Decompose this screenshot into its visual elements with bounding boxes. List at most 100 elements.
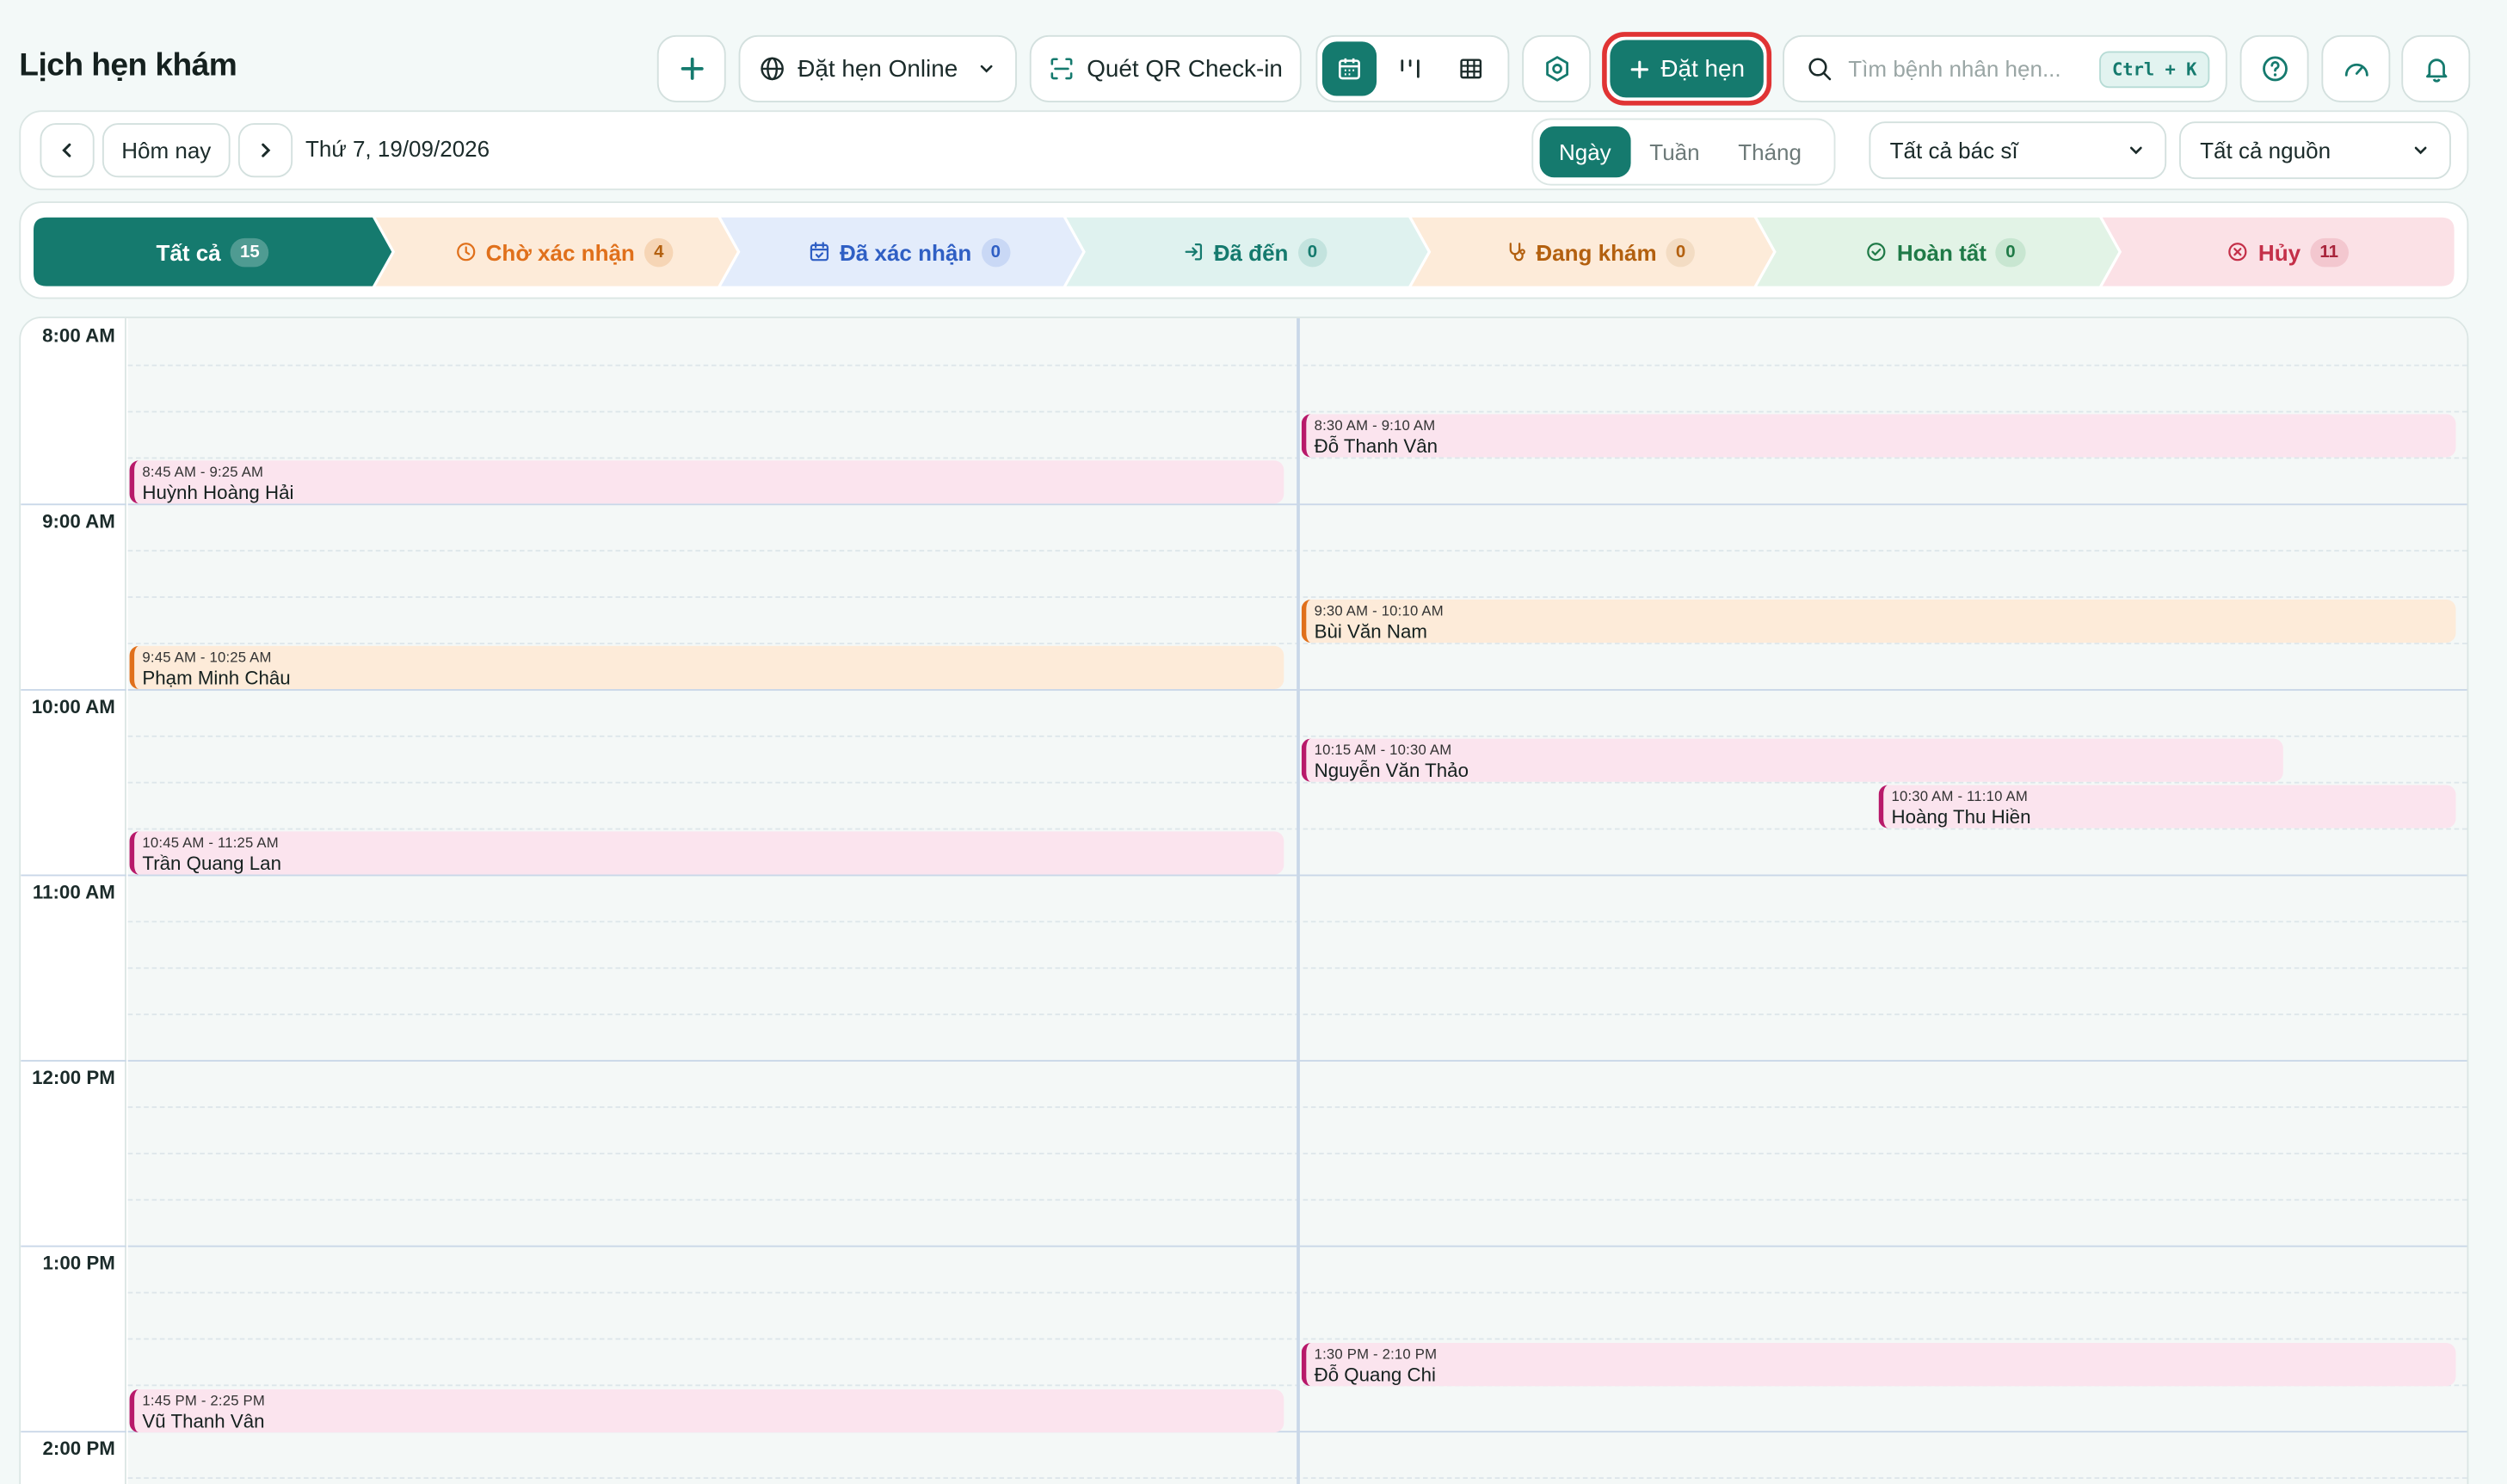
appointment-card[interactable]: 8:30 AM - 9:10 AM Đỗ Thanh Vân xyxy=(1301,414,2456,458)
tab-completed-label: Hoàn tất xyxy=(1896,238,1987,265)
appointment-card[interactable]: 9:30 AM - 10:10 AM Bùi Văn Nam xyxy=(1301,599,2456,643)
appointment-card[interactable]: 10:45 AM - 11:25 AM Trần Quang Lan xyxy=(129,831,1284,875)
chevron-down-icon xyxy=(980,65,993,73)
scan-icon xyxy=(1050,58,1072,80)
new-appointment-button[interactable]: Đặt hẹn xyxy=(1602,32,1772,106)
x-circle-icon xyxy=(2229,243,2248,262)
calendar-icon xyxy=(1339,58,1360,80)
patient-search[interactable]: Ctrl + K xyxy=(1783,34,2227,102)
current-date: Thứ 7, 19/09/2026 xyxy=(305,135,490,162)
tab-confirmed[interactable]: Đã xác nhận 0 xyxy=(740,218,1079,286)
source-filter-value: Tất cả nguồn xyxy=(2200,137,2331,163)
appointment-patient: Hoàng Thu Hiền xyxy=(1891,805,2031,828)
tab-cancelled[interactable]: Hủy 11 xyxy=(2122,218,2455,286)
layout-switcher xyxy=(1315,34,1510,102)
appointment-time: 9:45 AM - 10:25 AM xyxy=(142,649,272,666)
tab-cancelled-label: Hủy xyxy=(2258,238,2301,265)
appointment-patient: Đỗ Quang Chi xyxy=(1314,1364,1436,1387)
day-calendar: 8:00 AM 9:00 AM 10:00 AM 11:00 AM 12:00 … xyxy=(19,316,2469,1484)
prev-day-button[interactable] xyxy=(40,123,95,178)
time-grid[interactable]: 8:45 AM - 9:25 AM Huỳnh Hoàng Hải 9:45 A… xyxy=(127,317,2467,1484)
tab-all[interactable]: Tất cả 15 xyxy=(34,218,391,286)
calendar-view-toggle[interactable] xyxy=(1321,41,1377,96)
time-label: 2:00 PM xyxy=(42,1437,115,1460)
tab-completed[interactable]: Hoàn tất 0 xyxy=(1777,218,2116,286)
appointment-card[interactable]: 1:30 PM - 2:10 PM Đỗ Quang Chi xyxy=(1301,1343,2456,1387)
quick-add-button[interactable] xyxy=(656,34,726,102)
appointment-card[interactable]: 10:30 AM - 11:10 AM Hoàng Thu Hiền xyxy=(1878,785,2456,828)
appointment-time: 10:30 AM - 11:10 AM xyxy=(1891,788,2029,804)
time-label: 11:00 AM xyxy=(32,880,115,903)
date-toolbar: Hôm nay Thứ 7, 19/09/2026 Ngày Tuần Thán… xyxy=(19,110,2469,191)
appointment-card[interactable]: 1:45 PM - 2:25 PM Vũ Thanh Vân xyxy=(129,1389,1284,1433)
appointment-patient: Trần Quang Lan xyxy=(142,852,281,875)
appointment-time: 8:30 AM - 9:10 AM xyxy=(1314,417,1436,434)
time-column: 8:00 AM 9:00 AM 10:00 AM 11:00 AM 12:00 … xyxy=(21,317,126,1484)
appointment-patient: Nguyễn Văn Thảo xyxy=(1314,759,1469,782)
chevron-down-icon xyxy=(2129,146,2142,155)
online-booking-dropdown[interactable]: Đặt hẹn Online xyxy=(738,34,1017,102)
search-icon xyxy=(1808,58,1832,81)
view-month-tab[interactable]: Tháng xyxy=(1719,126,1820,177)
time-label: 8:00 AM xyxy=(42,324,115,348)
appointment-card[interactable]: 10:15 AM - 10:30 AM Nguyễn Văn Thảo xyxy=(1301,738,2283,782)
view-range-switcher: Ngày Tuần Tháng xyxy=(1531,118,1836,186)
tab-pending[interactable]: Chờ xác nhận 4 xyxy=(395,218,734,286)
clock-icon xyxy=(456,243,476,262)
today-button[interactable]: Hôm nay xyxy=(102,123,231,178)
appointment-patient: Huỳnh Hoàng Hải xyxy=(142,481,294,504)
calendar-check-icon xyxy=(810,242,829,262)
plus-icon xyxy=(680,57,703,80)
tab-arrived-label: Đã đến xyxy=(1213,238,1289,265)
tab-confirmed-label: Đã xác nhận xyxy=(840,238,972,265)
appointment-card[interactable]: 8:45 AM - 9:25 AM Huỳnh Hoàng Hải xyxy=(129,460,1284,504)
online-booking-label: Đặt hẹn Online xyxy=(798,55,958,83)
help-icon xyxy=(2262,56,2287,82)
time-label: 12:00 PM xyxy=(32,1066,115,1089)
header: Lịch hẹn khám Đặt hẹn Online Quét QR Che… xyxy=(0,0,2507,108)
time-label: 9:00 AM xyxy=(42,509,115,533)
tab-cancelled-count: 11 xyxy=(2310,237,2349,267)
gauge-icon xyxy=(2344,63,2368,77)
appointment-time: 1:30 PM - 2:10 PM xyxy=(1314,1345,1438,1363)
view-week-tab[interactable]: Tuần xyxy=(1630,126,1719,177)
source-filter-select[interactable]: Tất cả nguồn xyxy=(2178,121,2451,180)
time-label: 10:00 AM xyxy=(31,695,115,718)
appointment-time: 9:30 AM - 10:10 AM xyxy=(1314,602,1444,619)
table-view-toggle[interactable] xyxy=(1444,41,1498,95)
qr-checkin-label: Quét QR Check-in xyxy=(1087,55,1283,83)
chevron-down-icon xyxy=(2414,146,2427,155)
settings-button[interactable] xyxy=(1522,34,1592,102)
next-day-button[interactable] xyxy=(237,123,293,178)
bell-icon xyxy=(2425,58,2447,83)
appointment-patient: Bùi Văn Nam xyxy=(1314,620,1427,643)
table-icon xyxy=(1460,58,1482,79)
dashboard-button[interactable] xyxy=(2321,34,2391,102)
appointment-patient: Phạm Minh Châu xyxy=(142,666,291,689)
check-circle-icon xyxy=(1868,243,1887,262)
status-tabs: Tất cả 15 Chờ xác nhận 4 Đã xác nhận 0 Đ… xyxy=(19,201,2469,299)
tab-confirmed-count: 0 xyxy=(981,237,1011,267)
view-day-tab[interactable]: Ngày xyxy=(1539,126,1630,178)
appointment-patient: Đỗ Thanh Vân xyxy=(1314,434,1438,458)
search-input[interactable] xyxy=(1848,56,2084,82)
kanban-view-toggle[interactable] xyxy=(1383,41,1438,95)
appointment-card[interactable]: 9:45 AM - 10:25 AM Phạm Minh Châu xyxy=(129,645,1284,689)
qr-checkin-button[interactable]: Quét QR Check-in xyxy=(1029,34,1302,102)
gear-icon xyxy=(1545,56,1568,82)
appointment-time: 10:15 AM - 10:30 AM xyxy=(1314,742,1452,758)
tab-completed-count: 0 xyxy=(1996,237,2025,267)
tab-arrived-count: 0 xyxy=(1297,237,1327,267)
chevron-right-icon xyxy=(262,143,271,157)
columns-icon xyxy=(1401,59,1420,78)
appointment-time: 8:45 AM - 9:25 AM xyxy=(142,463,264,480)
tab-arrived[interactable]: Đã đến 0 xyxy=(1086,218,1425,286)
notifications-button[interactable] xyxy=(2401,34,2471,102)
tab-all-count: 15 xyxy=(230,237,269,267)
help-button[interactable] xyxy=(2239,34,2309,102)
chevron-left-icon xyxy=(62,143,71,157)
appointment-time: 10:45 AM - 11:25 AM xyxy=(142,834,279,851)
tab-in-exam[interactable]: Đang khám 0 xyxy=(1431,218,1770,286)
doctor-filter-select[interactable]: Tất cả bác sĩ xyxy=(1869,121,2167,180)
time-label: 1:00 PM xyxy=(42,1252,115,1275)
